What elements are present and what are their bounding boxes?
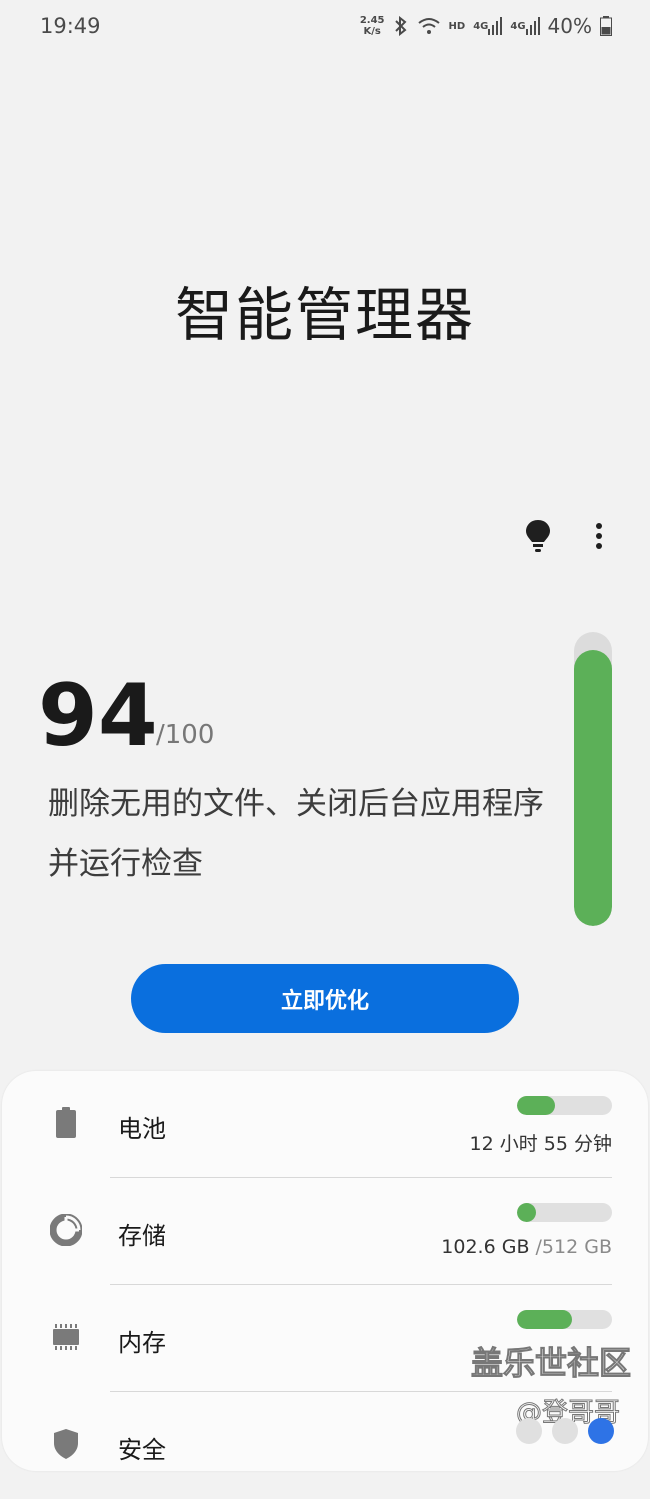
battery-bar [517,1096,612,1115]
storage-bar-fill [517,1203,536,1222]
battery-value: 12 小时 55 分钟 [470,1129,612,1156]
status-bar: 19:49 2.45 K/s HD 4G 4G 40% [0,0,650,56]
optimize-now-button[interactable]: 立即优化 [131,964,519,1033]
storage-label: 存储 [118,1222,166,1250]
battery-value-text: 12 小时 55 分钟 [469,1133,612,1155]
status-icons: 2.45 K/s HD 4G 4G 40% [360,14,612,38]
memory-bar [517,1310,612,1329]
score-max: /100 [156,720,215,750]
memory-chip-icon [50,1321,82,1353]
storage-value: 102.6 GB /512 GB [441,1236,612,1258]
watermark-community: 盖乐世社区 [470,1344,631,1383]
shield-icon [50,1428,82,1460]
storage-value-total: /512 GB [535,1236,612,1258]
page-dot-active [588,1418,614,1444]
network-speed-value: 2.45 [359,15,385,26]
status-battery-icon [600,16,612,36]
page-title: 智能管理器 [174,281,475,349]
network-speed-unit: K/s [363,26,381,37]
memory-label: 内存 [118,1329,166,1357]
hd-label: HD [448,20,466,32]
storage-bar [517,1203,612,1222]
score-bar [574,632,612,926]
tips-button[interactable] [522,518,554,554]
battery-row[interactable]: 电池 12 小时 55 分钟 [2,1071,648,1178]
cell-signal-icon-2: 4G [510,17,540,35]
wifi-icon [417,16,441,36]
more-vertical-icon [588,523,610,558]
network-speed: 2.45 K/s [360,15,385,37]
score-bar-fill [574,649,612,926]
battery-icon [50,1107,82,1139]
page-dot [552,1418,578,1444]
battery-bar-fill [517,1096,555,1115]
lightbulb-icon [522,520,554,558]
bluetooth-icon [393,16,409,36]
storage-row[interactable]: 存储 102.6 GB /512 GB [2,1178,648,1285]
battery-label: 电池 [118,1115,166,1143]
security-label: 安全 [118,1436,166,1464]
battery-percent: 40% [547,14,592,38]
status-time: 19:49 [40,14,101,38]
storage-pie-icon [50,1214,82,1246]
score-description: 删除无用的文件、关闭后台应用程序并运行检查 [48,786,544,882]
page-indicator [516,1418,614,1444]
device-care-score: 94 [38,666,158,766]
cell-signal-icon: 4G [473,17,503,35]
more-options-button[interactable] [588,518,610,554]
memory-bar-fill [517,1310,573,1329]
storage-value-used: 102.6 GB [441,1236,536,1258]
page-dot [516,1418,542,1444]
